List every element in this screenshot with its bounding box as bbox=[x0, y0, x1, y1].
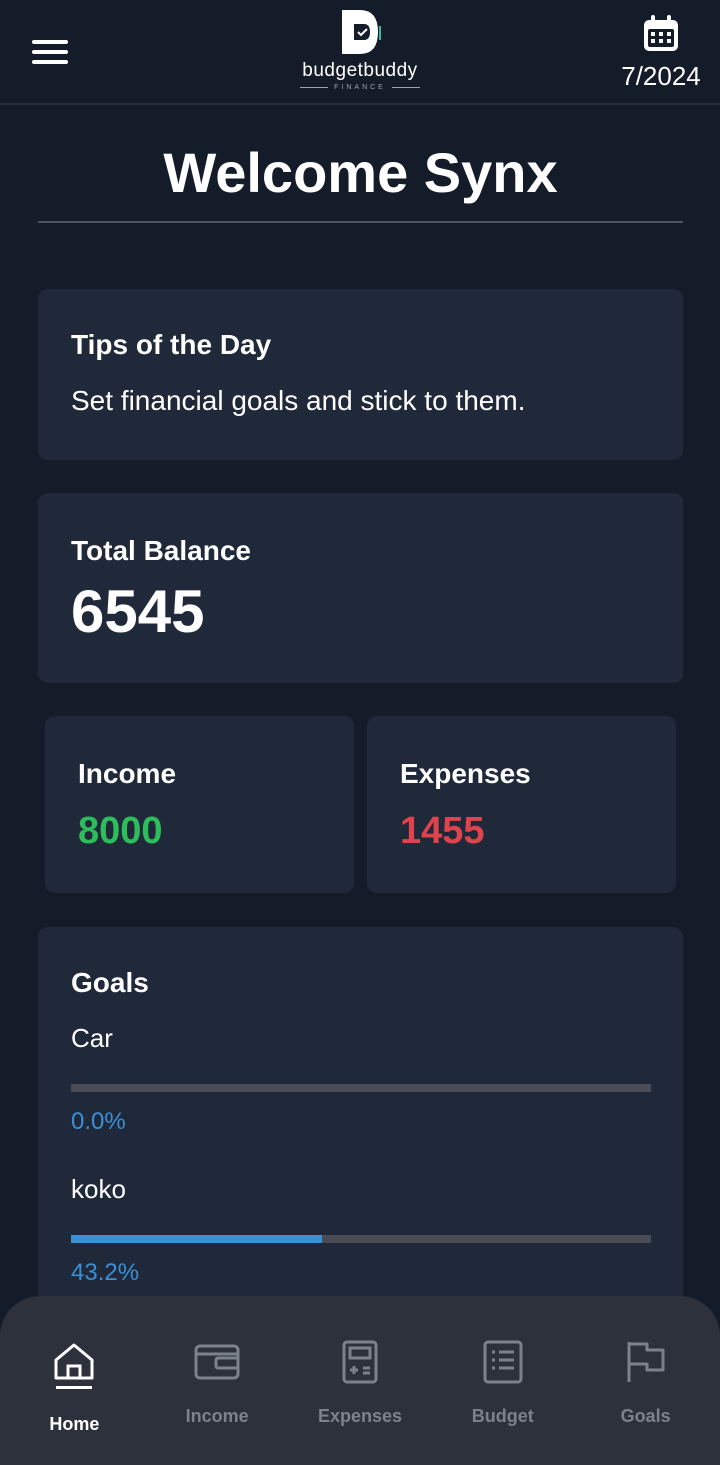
logo-wordmark: budgetbuddy bbox=[302, 60, 418, 81]
goal-item[interactable]: Car 0.0% bbox=[71, 1023, 651, 1136]
nav-expenses[interactable]: Expenses bbox=[290, 1296, 430, 1465]
nav-home[interactable]: Home bbox=[4, 1296, 144, 1465]
expenses-value: 1455 bbox=[400, 810, 485, 852]
expenses-title: Expenses bbox=[400, 758, 531, 789]
flag-icon bbox=[627, 1342, 665, 1382]
income-value: 8000 bbox=[78, 810, 163, 852]
balance-title: Total Balance bbox=[71, 535, 251, 566]
nav-goals-label: Goals bbox=[620, 1406, 671, 1426]
calendar-icon bbox=[644, 15, 678, 51]
goal-percent: 43.2% bbox=[71, 1259, 140, 1286]
balance-card: Total Balance 6545 bbox=[38, 493, 683, 683]
goal-progress-fill bbox=[71, 1235, 322, 1243]
goals-card: Goals Car 0.0% koko 43.2% bbox=[38, 927, 683, 1347]
goal-percent: 0.0% bbox=[71, 1108, 126, 1135]
income-card[interactable]: Income 8000 bbox=[45, 716, 354, 893]
goal-name: koko bbox=[71, 1174, 126, 1204]
date-selector[interactable]: 7/2024 bbox=[616, 14, 706, 92]
nav-home-label: Home bbox=[49, 1414, 100, 1434]
app-header: budgetbuddy FINANCE 7/2024 bbox=[0, 0, 720, 105]
welcome-title: Welcome Synx bbox=[38, 130, 683, 223]
goal-progress-bar bbox=[71, 1084, 651, 1092]
list-icon bbox=[483, 1340, 523, 1384]
app-logo: budgetbuddy FINANCE bbox=[280, 6, 440, 100]
calculator-icon bbox=[342, 1340, 378, 1384]
goal-item[interactable]: koko 43.2% bbox=[71, 1174, 651, 1287]
goals-title: Goals bbox=[71, 967, 149, 998]
current-date: 7/2024 bbox=[621, 61, 701, 91]
expenses-card[interactable]: Expenses 1455 bbox=[367, 716, 676, 893]
balance-value: 6545 bbox=[71, 578, 205, 645]
home-icon bbox=[54, 1343, 94, 1389]
tips-text: Set financial goals and stick to them. bbox=[71, 385, 526, 416]
nav-budget-label: Budget bbox=[471, 1406, 534, 1426]
nav-expenses-label: Expenses bbox=[317, 1406, 403, 1426]
logo-icon bbox=[342, 10, 381, 54]
goal-name: Car bbox=[71, 1023, 113, 1053]
goal-progress-bar bbox=[71, 1235, 651, 1243]
nav-goals[interactable]: Goals bbox=[576, 1296, 716, 1465]
wallet-icon bbox=[194, 1344, 240, 1380]
tips-card: Tips of the Day Set financial goals and … bbox=[38, 289, 683, 460]
bottom-navigation: Home Income Expenses Budget Goals bbox=[0, 1296, 720, 1465]
nav-budget[interactable]: Budget bbox=[433, 1296, 573, 1465]
nav-income-label: Income bbox=[185, 1406, 249, 1426]
hamburger-menu-icon[interactable] bbox=[32, 40, 68, 66]
logo-tagline: FINANCE bbox=[334, 84, 386, 91]
nav-income[interactable]: Income bbox=[147, 1296, 287, 1465]
tips-title: Tips of the Day bbox=[71, 329, 272, 360]
income-title: Income bbox=[78, 758, 177, 789]
